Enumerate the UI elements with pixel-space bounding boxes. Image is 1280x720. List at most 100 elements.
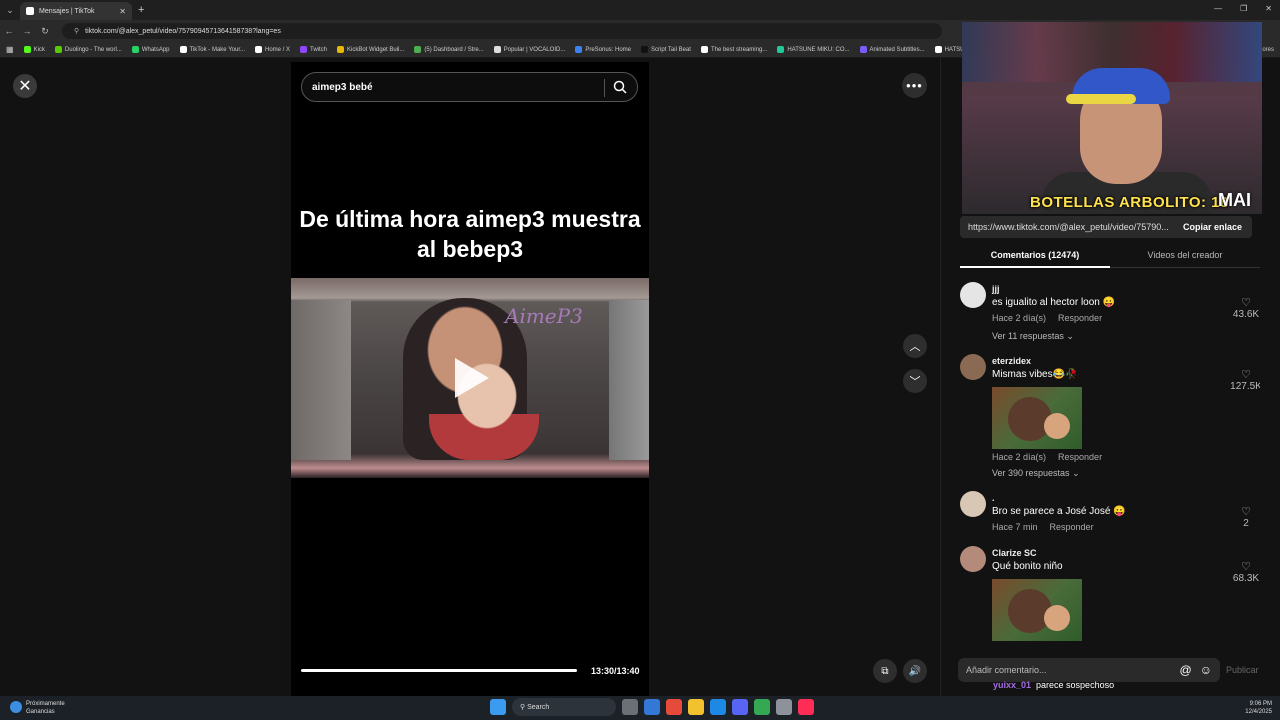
avatar[interactable] xyxy=(960,354,986,380)
share-link-text: https://www.tiktok.com/@alex_petul/video… xyxy=(968,222,1169,232)
app-icon[interactable] xyxy=(666,699,682,715)
new-tab-icon[interactable]: + xyxy=(138,4,144,16)
bookmark-item[interactable]: Twitch xyxy=(300,46,327,53)
close-icon: ✕ xyxy=(18,78,32,95)
bookmark-item[interactable]: Popular | VOCALOID... xyxy=(493,46,565,53)
bookmark-label: Kick xyxy=(33,46,45,53)
maximize-icon[interactable]: ❐ xyxy=(1240,4,1247,13)
search-input[interactable]: aimep3 bebé xyxy=(312,82,373,93)
chrome-icon[interactable] xyxy=(754,699,770,715)
forward-icon[interactable]: → xyxy=(18,26,36,36)
bookmark-icon xyxy=(300,46,307,53)
comment-text: Qué bonito niño xyxy=(992,561,1063,572)
bookmark-icon xyxy=(337,46,345,53)
pip-icon: ⧉ xyxy=(881,665,889,677)
next-video-button[interactable]: ﹀ xyxy=(903,369,927,393)
reply-button[interactable]: Responder xyxy=(1058,452,1102,462)
widget-title: Próximamente xyxy=(26,701,65,707)
emoji-icon[interactable]: ☺ xyxy=(1200,663,1212,677)
other-bookmarks[interactable]: ores xyxy=(1262,47,1274,53)
bookmark-label: Script Tail Beat xyxy=(651,46,691,53)
settings-icon[interactable] xyxy=(776,699,792,715)
bookmark-item[interactable]: The best streaming... xyxy=(700,46,767,53)
copy-link-button[interactable]: Copiar enlace xyxy=(1183,222,1242,232)
url-field[interactable]: ⚲ tiktok.com/@alex_petul/video/757909457… xyxy=(62,23,942,39)
bookmark-icon xyxy=(641,46,649,53)
bookmark-item[interactable]: Animated Subtitles... xyxy=(859,46,925,53)
comment-text: Mismas vibes😂🥀 xyxy=(992,369,1078,380)
chevron-down-icon: ⌄ xyxy=(1066,331,1074,341)
heart-icon[interactable]: ♡ xyxy=(1236,296,1256,309)
avatar[interactable] xyxy=(960,491,986,517)
bookmark-icon xyxy=(54,46,62,53)
taskbar-search[interactable]: ⚲ Search xyxy=(512,698,616,716)
taskbar-clock[interactable]: 9:06 PM 12/4/2025 xyxy=(1245,700,1272,716)
browser-tab[interactable]: Mensajes | TikTok ✕ xyxy=(20,2,132,20)
bookmark-icon xyxy=(131,46,139,53)
bookmark-label: (5) Dashboard / Stre... xyxy=(424,46,484,53)
avatar[interactable] xyxy=(960,282,986,308)
bookmark-icon xyxy=(414,46,422,53)
window-close-icon[interactable]: ✕ xyxy=(1265,4,1272,13)
play-icon[interactable] xyxy=(455,358,489,398)
bookmark-item[interactable]: Duolingo - The worl... xyxy=(54,46,122,53)
bookmark-item[interactable]: WhatsApp xyxy=(131,46,170,53)
bookmark-item[interactable]: PreSonus: Home xyxy=(575,46,631,53)
like-control: ♡ 127.5K xyxy=(1230,368,1260,392)
tab-close-icon[interactable]: ✕ xyxy=(119,7,126,16)
bookmark-item[interactable]: Script Tail Beat xyxy=(641,46,691,53)
volume-button[interactable]: 🔊 xyxy=(903,659,927,683)
bookmark-item[interactable]: TikTok - Make Your... xyxy=(179,46,245,53)
mention-icon[interactable]: @ xyxy=(1180,663,1192,677)
close-video-button[interactable]: ✕ xyxy=(13,74,37,98)
comment-username[interactable]: . xyxy=(992,493,995,503)
picture-in-picture-button[interactable]: ⧉ xyxy=(873,659,897,683)
video-progress-bar[interactable] xyxy=(301,669,577,672)
apps-icon[interactable]: ▦ xyxy=(6,45,14,54)
bookmark-item[interactable]: HATSUNE MIKU: CO... xyxy=(777,46,850,53)
comment-username[interactable]: jjj xyxy=(992,284,1000,294)
bookmark-item[interactable]: (5) Dashboard / Stre... xyxy=(414,46,484,53)
windows-start-icon[interactable] xyxy=(490,699,506,715)
tab-creator-videos[interactable]: Videos del creador xyxy=(1110,244,1260,268)
minimize-icon[interactable]: — xyxy=(1214,4,1222,13)
comment-input[interactable]: Añadir comentario... @ ☺ xyxy=(958,658,1220,682)
heart-icon[interactable]: ♡ xyxy=(1236,560,1256,573)
window-controls: — ❐ ✕ xyxy=(1214,4,1272,13)
view-replies-label: Ver 11 respuestas xyxy=(992,331,1064,341)
search-icon[interactable] xyxy=(613,80,627,94)
comment-placeholder: Añadir comentario... xyxy=(966,665,1047,675)
comment-time: Hace 2 día(s) xyxy=(992,452,1047,462)
tab-list-icon[interactable]: ⌄ xyxy=(0,0,20,20)
bookmark-item[interactable]: Kick xyxy=(23,46,45,53)
file-explorer-icon[interactable] xyxy=(688,699,704,715)
bookmark-label: WhatsApp xyxy=(141,46,170,53)
reply-button[interactable]: Responder xyxy=(1058,313,1102,323)
comment-input-icons: @ ☺ xyxy=(1180,663,1212,677)
store-icon[interactable] xyxy=(644,699,660,715)
view-replies-button[interactable]: Ver 11 respuestas ⌄ xyxy=(992,331,1074,342)
publish-button[interactable]: Publicar xyxy=(1226,665,1259,675)
tab-comments[interactable]: Comentarios (12474) xyxy=(960,244,1110,268)
comment-username[interactable]: Clarize SC xyxy=(992,548,1037,558)
bookmark-item[interactable]: Home / X xyxy=(254,46,290,53)
edge-icon[interactable] xyxy=(710,699,726,715)
avatar[interactable] xyxy=(960,546,986,572)
search-bar[interactable]: aimep3 bebé xyxy=(301,72,638,102)
discord-icon[interactable] xyxy=(732,699,748,715)
comment-username[interactable]: eterzidex xyxy=(992,356,1031,366)
like-count: 68.3K xyxy=(1232,573,1260,584)
reply-button[interactable]: Responder xyxy=(1050,522,1094,532)
taskbar-widget[interactable]: Próximamente Ganancias xyxy=(10,700,65,716)
bookmark-item[interactable]: KickBot Widget Buil... xyxy=(337,46,404,53)
music-icon[interactable] xyxy=(798,699,814,715)
reload-icon[interactable]: ↻ xyxy=(36,26,54,37)
task-view-icon[interactable] xyxy=(622,699,638,715)
heart-icon[interactable]: ♡ xyxy=(1236,368,1256,381)
heart-icon[interactable]: ♡ xyxy=(1236,505,1256,518)
back-icon[interactable]: ← xyxy=(0,26,18,36)
view-replies-button[interactable]: Ver 390 respuestas ⌄ xyxy=(992,468,1080,479)
more-options-button[interactable]: ••• xyxy=(902,73,927,98)
site-info-icon[interactable]: ⚲ xyxy=(74,27,79,35)
previous-video-button[interactable]: ︿ xyxy=(903,334,927,358)
